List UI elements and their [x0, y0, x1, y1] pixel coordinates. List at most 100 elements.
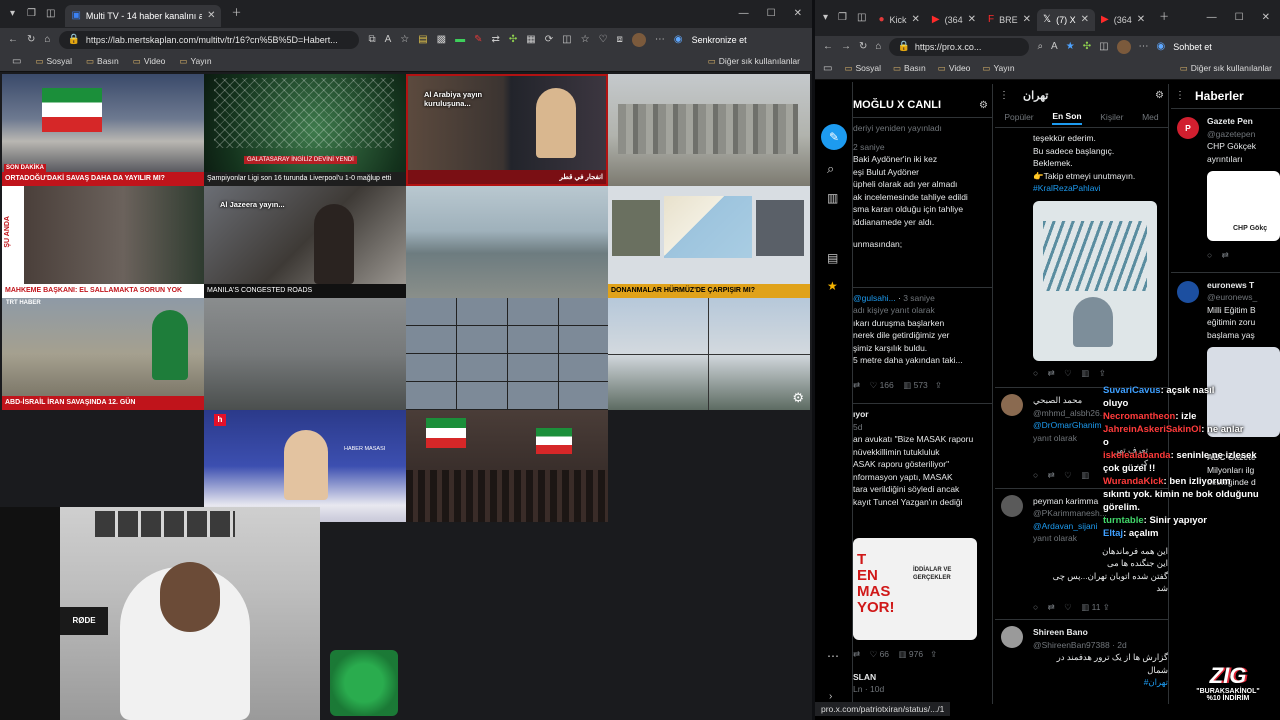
tab-kick[interactable]: ● Kick ✕ [872, 9, 925, 31]
collections-icon[interactable]: ◫ [46, 9, 55, 19]
ext-icon[interactable]: ✣ [1083, 42, 1091, 52]
tweet-actions[interactable]: ⇄ ♡ 166 ▥ 573 ⇪ [853, 379, 992, 392]
forward-icon[interactable]: → [841, 42, 851, 52]
new-tab-icon[interactable]: ＋ [231, 9, 241, 19]
bookmark-sosyal[interactable]: ▭ Sosyal [844, 63, 881, 74]
tv-channel-15[interactable] [406, 410, 608, 522]
profile-avatar[interactable] [1116, 40, 1131, 54]
hashtag-link[interactable]: #KralRezaPahlavi [1033, 182, 1168, 195]
read-aloud-icon[interactable]: A [385, 35, 392, 45]
tv-channel-4[interactable] [608, 74, 810, 186]
avatar[interactable] [1001, 394, 1023, 416]
minimize-icon[interactable]: — [739, 9, 749, 19]
favorites-icon[interactable]: ☆ [581, 35, 590, 45]
split-screen-icon[interactable]: ◫ [1099, 42, 1108, 52]
tab-youtube-2[interactable]: ▶ (364 ✕ [1095, 9, 1151, 31]
avatar[interactable] [1001, 494, 1023, 517]
close-window-icon[interactable]: ✕ [794, 9, 802, 19]
ext-icon[interactable]: ✎ [474, 35, 482, 45]
tv-channel-14[interactable]: h HABER MASASI [204, 410, 406, 522]
maximize-icon[interactable]: ☐ [1235, 13, 1244, 23]
bookmark-basin[interactable]: ▭ Basın [86, 56, 119, 67]
close-tab-icon[interactable]: ✕ [1137, 15, 1145, 25]
url-field[interactable]: 🔒 https://lab.mertskaplan.com/multitv/tr… [59, 31, 360, 49]
tv-channel-3[interactable]: Al Arabiya yayın kuruluşuna... انفجار في… [406, 74, 608, 186]
heart-icon[interactable]: ♡ [599, 35, 608, 45]
bookmark-video[interactable]: ▭ Video [938, 63, 971, 74]
tab-actions-icon[interactable]: ▾ [10, 9, 15, 19]
close-tab-icon[interactable]: ✕ [207, 11, 215, 21]
tab-x[interactable]: 𝕏 (7) X ✕ [1037, 9, 1095, 31]
news-author[interactable]: euronews T [1207, 279, 1280, 292]
news-card[interactable]: CHP Gökç [1207, 171, 1280, 241]
bookmark-basin[interactable]: ▭ Basın [893, 63, 926, 74]
tv-channel-11[interactable] [406, 298, 608, 410]
ext-icon[interactable]: ▩ [437, 35, 446, 45]
favorite-icon[interactable]: ☆ [400, 35, 409, 45]
star-icon[interactable]: ★ [827, 280, 838, 292]
bookmark-icon[interactable]: ▭ [823, 63, 832, 74]
hashtag-link[interactable]: #تهران [1033, 676, 1168, 689]
tv-channel-9[interactable]: TRT HABER ABD-İSRAİL İRAN SAVAŞINDA 12. … [2, 298, 204, 410]
ext-icon[interactable]: ▬ [455, 35, 465, 45]
deck-icon[interactable]: ▤ [827, 252, 838, 264]
ext-icon[interactable]: ▦ [526, 35, 535, 45]
ext-icon[interactable]: ▤ [418, 35, 427, 45]
new-tab-icon[interactable]: ＋ [1159, 13, 1169, 23]
bookmark-yayin[interactable]: ▭ Yayın [179, 56, 211, 67]
minimize-icon[interactable]: — [1207, 13, 1217, 23]
other-bookmarks[interactable]: ▭ Diğer sık kullanılanlar [1180, 63, 1272, 74]
zoom-icon[interactable]: ⌕ [1037, 42, 1043, 52]
avatar[interactable] [1001, 626, 1023, 648]
compose-button[interactable]: ✎ [821, 124, 847, 150]
avatar[interactable]: P [1177, 117, 1199, 139]
tweet-author[interactable]: محمد الصبحي [1033, 395, 1082, 405]
workspaces-icon[interactable]: ❐ [838, 13, 847, 23]
avatar[interactable] [1177, 280, 1199, 303]
bookmark-video[interactable]: ▭ Video [133, 56, 166, 67]
close-tab-icon[interactable]: ✕ [1081, 15, 1089, 25]
tab-people[interactable]: Kişiler [1100, 111, 1123, 124]
expand-icon[interactable]: › [829, 692, 832, 702]
tweet-author[interactable]: peyman karimma [1033, 496, 1098, 506]
tab-multitv[interactable]: ▣ Multi TV - 14 haber kanalını aynı a ✕ [65, 5, 222, 27]
other-bookmarks[interactable]: ▭ Diğer sık kullanılanlar [708, 56, 800, 67]
more-icon[interactable]: ⋯ [1139, 42, 1149, 52]
close-tab-icon[interactable]: ✕ [912, 15, 920, 25]
tweet-image[interactable]: T EN MAS YOR! İDDİALAR VE GERÇEKLER [853, 538, 977, 640]
back-icon[interactable]: ← [823, 42, 833, 52]
bookmark-yayin[interactable]: ▭ Yayın [982, 63, 1014, 74]
favorite-star-icon[interactable]: ★ [1066, 42, 1075, 52]
tweet-image-poster[interactable] [1033, 200, 1157, 361]
bookmark-icon[interactable]: ▭ [12, 56, 21, 67]
tweet-author[interactable]: Shireen Bano [1033, 627, 1088, 637]
tweet-actions[interactable]: ○ ⇄ ♡ ▥ 11 ⇪ [1033, 601, 1168, 614]
tab-media[interactable]: Med [1142, 111, 1159, 124]
tab-actions-icon[interactable]: ▾ [823, 13, 828, 23]
tv-channel-1[interactable]: SON DAKİKA ORTADOĞU'DAKİ SAVAŞ DAHA DA Y… [2, 74, 204, 186]
refresh-icon[interactable]: ⟳ [545, 35, 553, 45]
settings-gear-icon[interactable]: ⚙ [792, 391, 804, 404]
news-actions[interactable]: ○ ⇄ [1207, 249, 1280, 262]
copilot-icon[interactable]: ◉ [674, 35, 683, 45]
tweet[interactable]: Shireen Bano @ShireenBan97388 · 2d گزارش… [995, 619, 1168, 689]
split-screen-icon[interactable]: ◫ [562, 35, 571, 45]
home-icon[interactable]: ⌂ [44, 35, 50, 45]
tab-popular[interactable]: Popüler [1004, 111, 1033, 124]
tv-channel-7[interactable] [406, 186, 608, 298]
search-icon[interactable]: ⌕ [827, 162, 834, 175]
tv-channel-10[interactable] [204, 298, 406, 410]
ext-icon[interactable]: ✣ [509, 35, 517, 45]
tweet-actions[interactable]: ⇄ ♡ 66 ▥ 976 ⇪ [853, 648, 992, 661]
tv-channel-6[interactable]: Al Jazeera yayın... MANILA'S CONGESTED R… [204, 186, 406, 298]
column-settings-icon[interactable]: ⚙ [1155, 91, 1164, 101]
news-author[interactable]: Gazete Pen [1207, 115, 1280, 128]
tab-youtube[interactable]: ▶ (364 ✕ [926, 9, 982, 31]
copilot-icon[interactable]: ◉ [1157, 42, 1166, 52]
profile-avatar[interactable] [631, 33, 646, 47]
close-window-icon[interactable]: ✕ [1262, 13, 1270, 23]
tv-channel-2[interactable]: GALATASARAY İNGİLİZ DEVİNİ YENDİ Şampiyo… [204, 74, 406, 186]
workspaces-icon[interactable]: ❐ [27, 9, 36, 19]
sync-label[interactable]: Sohbet et [1173, 42, 1212, 52]
close-tab-icon[interactable]: ✕ [1023, 15, 1031, 25]
